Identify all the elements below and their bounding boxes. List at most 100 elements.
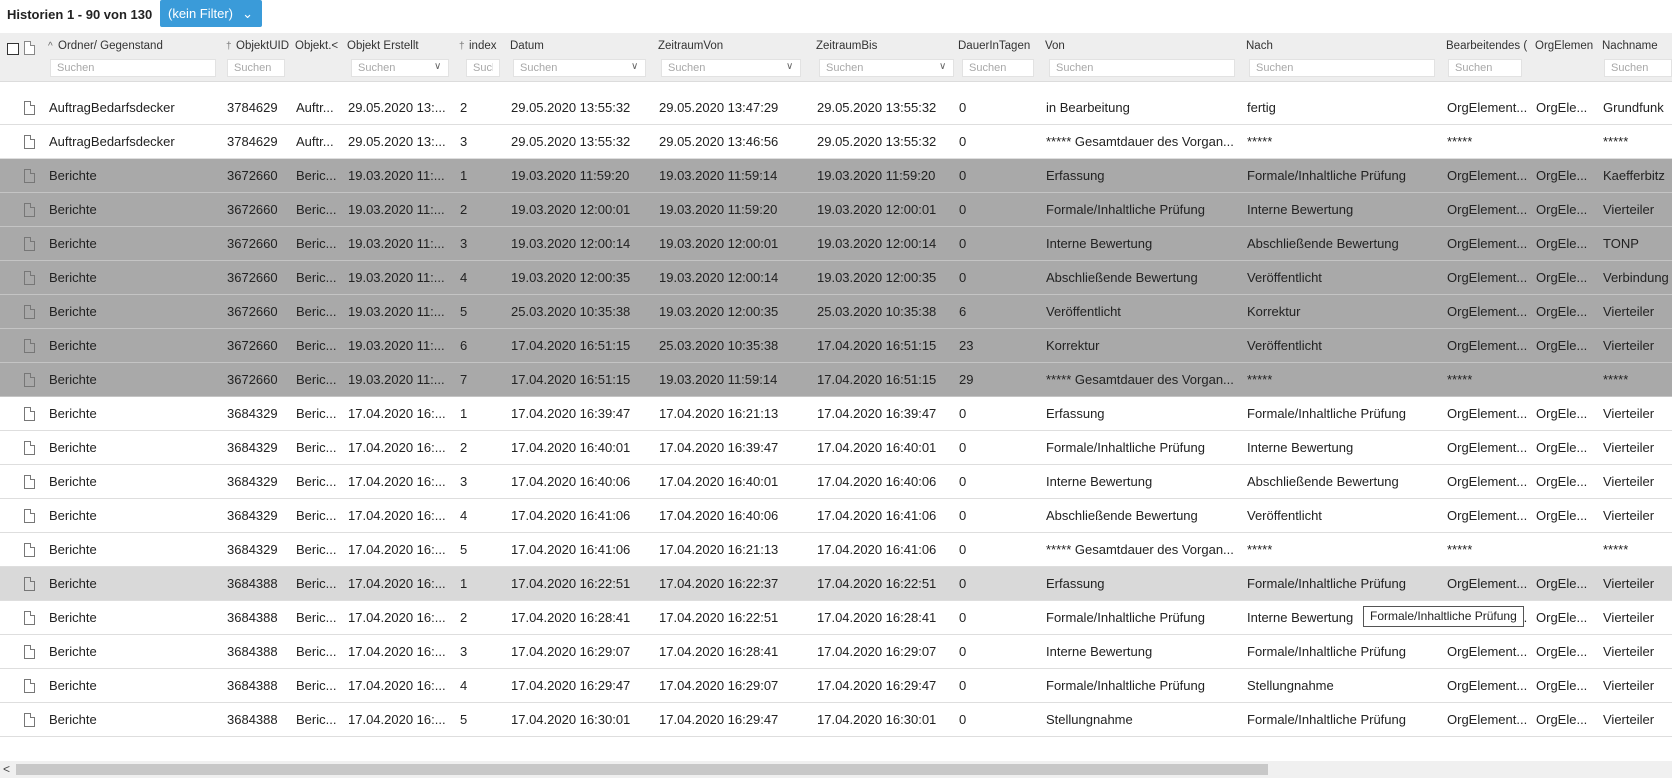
cell-ordner: Berichte xyxy=(49,712,97,727)
filter-input-von[interactable] xyxy=(1049,59,1235,77)
table-row[interactable]: Berichte 3672660 Beric... 19.03.2020 11:...… xyxy=(0,295,1672,329)
table-row[interactable]: Berichte 3684329 Beric... 17.04.2020 16:...… xyxy=(0,431,1672,465)
cell-ordner: Berichte xyxy=(49,542,97,557)
cell-objekt: Beric... xyxy=(296,338,337,353)
cell-von: Formale/Inhaltliche Prüfung xyxy=(1046,440,1205,455)
table-row[interactable]: Berichte 3684329 Beric... 17.04.2020 16:...… xyxy=(0,397,1672,431)
filter-input-nachname[interactable] xyxy=(1604,59,1672,77)
table-row[interactable]: AuftragBedarfsdecker 3784629 Auftr... 29.05… xyxy=(0,91,1672,125)
cell-nachname: Vierteiler xyxy=(1603,474,1655,489)
column-header-objekt[interactable]: Objekt.< xyxy=(291,33,345,81)
cell-nach: Korrektur xyxy=(1247,304,1301,319)
column-label-text: Bearbeitendes ( xyxy=(1446,40,1528,52)
table-row[interactable]: Berichte 3684388 Beric... 17.04.2020 16:...… xyxy=(0,635,1672,669)
horizontal-scrollbar[interactable]: < xyxy=(0,761,1672,778)
document-icon xyxy=(24,271,35,285)
filter-input-ordner[interactable] xyxy=(50,59,216,77)
filter-input-bearb[interactable] xyxy=(1448,59,1522,77)
cell-ordner: Berichte xyxy=(49,474,97,489)
filter-input-datum[interactable] xyxy=(513,59,646,77)
cell-von: Abschließende Bewertung xyxy=(1046,270,1198,285)
filter-input-dauer[interactable] xyxy=(962,59,1034,77)
cell-bis_zeit: 17.04.2020 16:30:01 xyxy=(817,712,937,727)
cell-bis_zeit: 17.04.2020 16:51:15 xyxy=(817,372,937,387)
cell-index: 1 xyxy=(460,406,468,421)
cell-index: 3 xyxy=(460,236,468,251)
table-row[interactable]: Berichte 3684329 Beric... 17.04.2020 16:...… xyxy=(0,533,1672,567)
cell-ordner: Berichte xyxy=(49,440,97,455)
scrollbar-thumb[interactable] xyxy=(16,764,1268,775)
cell-von_zeit: 17.04.2020 16:39:47 xyxy=(659,440,779,455)
column-label-text: OrgElemen xyxy=(1535,40,1594,52)
filter-input-nach[interactable] xyxy=(1249,59,1435,77)
cell-bearb: OrgElement... xyxy=(1447,304,1528,319)
cell-bis_zeit: 17.04.2020 16:41:06 xyxy=(817,508,937,523)
table-row[interactable]: Berichte 3684388 Beric... 17.04.2020 16:...… xyxy=(0,669,1672,703)
filter-dropdown-button[interactable]: (kein Filter) ⌄ xyxy=(160,0,262,27)
select-all-checkbox[interactable] xyxy=(7,43,19,55)
column-header-org[interactable]: OrgElemen xyxy=(1531,33,1601,81)
cell-nachname: Verbindung xyxy=(1603,270,1669,285)
filter-input-bis_zeit[interactable] xyxy=(819,59,954,77)
cell-erstellt: 19.03.2020 11:... xyxy=(348,236,445,251)
cell-index: 4 xyxy=(460,270,468,285)
table-row[interactable]: Berichte 3684388 Beric... 17.04.2020 16:...… xyxy=(0,703,1672,737)
column-label-text: ZeitraumBis xyxy=(816,40,878,52)
cell-datum: 29.05.2020 13:55:32 xyxy=(511,100,631,115)
filter-input-von_zeit[interactable] xyxy=(661,59,801,77)
cell-index: 4 xyxy=(460,678,468,693)
cell-objekt: Beric... xyxy=(296,508,337,523)
document-icon xyxy=(24,645,35,659)
column-label: Datum xyxy=(510,40,544,52)
table-row[interactable]: Berichte 3672660 Beric... 19.03.2020 11:...… xyxy=(0,159,1672,193)
cell-erstellt: 17.04.2020 16:... xyxy=(348,576,446,591)
table-row[interactable]: Berichte 3672660 Beric... 19.03.2020 11:...… xyxy=(0,363,1672,397)
table-row[interactable]: AuftragBedarfsdecker 3784629 Auftr... 29.05… xyxy=(0,125,1672,159)
document-icon xyxy=(24,475,35,489)
cell-datum: 17.04.2020 16:51:15 xyxy=(511,338,631,353)
cell-nach: Stellungnahme xyxy=(1247,678,1334,693)
cell-objekt: Beric... xyxy=(296,270,337,285)
table-row[interactable]: Berichte 3672660 Beric... 19.03.2020 11:...… xyxy=(0,261,1672,295)
cell-org: OrgEle... xyxy=(1536,610,1588,625)
cell-objekt: Beric... xyxy=(296,406,337,421)
grid-header: ^Ordner/ Gegenstand † ObjektUID Objekt.< Obj… xyxy=(0,33,1672,82)
cell-dauer: 0 xyxy=(959,270,967,285)
table-row[interactable]: Berichte 3672660 Beric... 19.03.2020 11:...… xyxy=(0,227,1672,261)
cell-nachname: Vierteiler xyxy=(1603,610,1655,625)
column-label: Nach xyxy=(1246,40,1273,52)
cell-index: 5 xyxy=(460,542,468,557)
cell-uid: 3684329 xyxy=(227,406,278,421)
cell-von: Formale/Inhaltliche Prüfung xyxy=(1046,678,1205,693)
cell-ordner: Berichte xyxy=(49,644,97,659)
table-row[interactable]: Berichte 3684388 Beric... 17.04.2020 16:...… xyxy=(0,567,1672,601)
cell-objekt: Beric... xyxy=(296,304,337,319)
cell-org: OrgEle... xyxy=(1536,236,1588,251)
cell-von_zeit: 17.04.2020 16:40:06 xyxy=(659,508,779,523)
table-row[interactable]: Berichte 3684329 Beric... 17.04.2020 16:...… xyxy=(0,465,1672,499)
filter-input-erstellt[interactable] xyxy=(351,59,449,77)
cell-org xyxy=(1536,125,1598,158)
filter-input-index[interactable] xyxy=(466,59,500,77)
table-row[interactable]: Berichte 3672660 Beric... 19.03.2020 11:...… xyxy=(0,329,1672,363)
cell-datum: 29.05.2020 13:55:32 xyxy=(511,134,631,149)
cell-bis_zeit: 19.03.2020 12:00:01 xyxy=(817,202,937,217)
scroll-left-icon[interactable]: < xyxy=(3,761,10,778)
cell-von_zeit: 17.04.2020 16:28:41 xyxy=(659,644,779,659)
filter-input-uid[interactable] xyxy=(227,59,285,77)
table-row[interactable]: Berichte 3672660 Beric... 19.03.2020 11:...… xyxy=(0,193,1672,227)
cell-dauer: 0 xyxy=(959,440,967,455)
cell-index: 5 xyxy=(460,304,468,319)
cell-index: 5 xyxy=(460,712,468,727)
person-icon: † xyxy=(226,41,232,52)
sort-ascending-icon[interactable]: ^ xyxy=(48,41,58,52)
cell-nachname: ***** xyxy=(1603,134,1629,149)
cell-bearb: OrgElement... xyxy=(1447,270,1528,285)
column-label-text: index xyxy=(469,40,497,52)
column-label-text: Von xyxy=(1045,40,1065,52)
cell-objekt: Beric... xyxy=(296,440,337,455)
table-row[interactable]: Berichte 3684329 Beric... 17.04.2020 16:...… xyxy=(0,499,1672,533)
cell-erstellt: 19.03.2020 11:... xyxy=(348,372,445,387)
cell-index: 1 xyxy=(460,168,468,183)
cell-erstellt: 17.04.2020 16:... xyxy=(348,406,446,421)
